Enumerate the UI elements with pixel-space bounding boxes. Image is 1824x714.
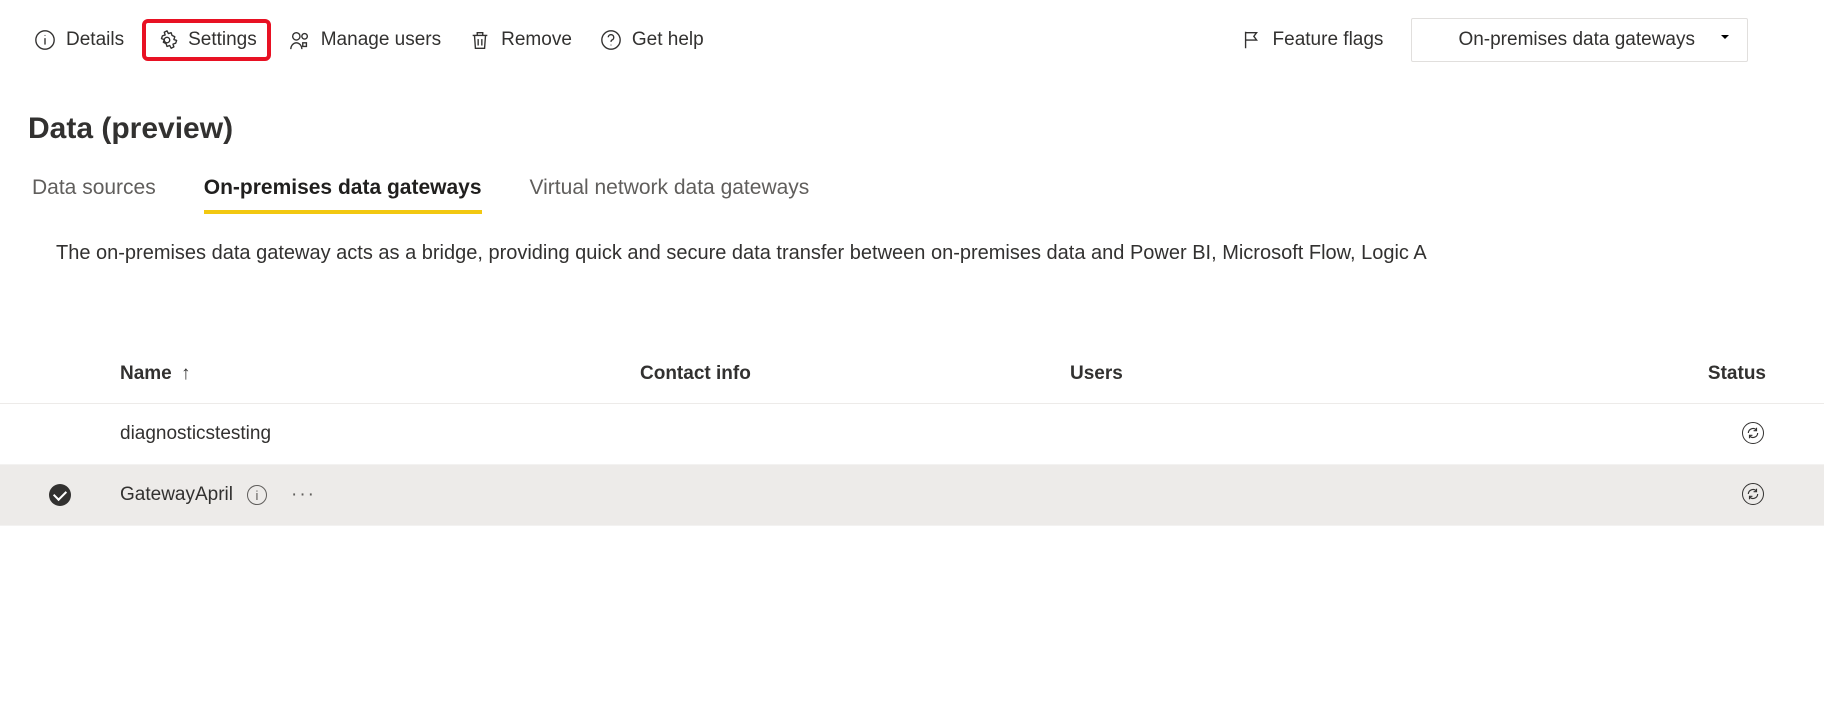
remove-button[interactable]: Remove [459, 21, 582, 59]
gateways-table: Name ↑ Contact info Users Status diagnos… [0, 345, 1824, 526]
filter-dropdown[interactable]: On-premises data gateways [1411, 18, 1748, 62]
trash-icon [469, 29, 491, 51]
manage-users-button[interactable]: Manage users [279, 21, 451, 59]
column-header-contact[interactable]: Contact info [640, 363, 1070, 385]
tab-description: The on-premises data gateway acts as a b… [0, 242, 1824, 265]
gateway-name: GatewayApril [120, 484, 233, 506]
more-actions-button[interactable]: ··· [291, 484, 316, 506]
column-header-users[interactable]: Users [1070, 363, 1450, 385]
column-header-status[interactable]: Status [1450, 363, 1824, 385]
row-select-cell[interactable] [0, 484, 120, 506]
refresh-icon[interactable] [1742, 422, 1764, 444]
row-status-cell[interactable] [1450, 422, 1824, 446]
gear-icon [156, 29, 178, 51]
tab-virtual-network-gateways[interactable]: Virtual network data gateways [530, 176, 810, 214]
row-status-cell[interactable] [1450, 483, 1824, 507]
tab-data-sources[interactable]: Data sources [32, 176, 156, 214]
flag-icon [1241, 29, 1263, 51]
selected-check-icon [49, 484, 71, 506]
more-filter-button[interactable] [1766, 20, 1800, 60]
table-row[interactable]: GatewayApril i ··· [0, 465, 1824, 526]
refresh-icon[interactable] [1742, 483, 1764, 505]
feature-flags-label: Feature flags [1273, 29, 1384, 51]
details-button[interactable]: Details [24, 21, 134, 59]
details-label: Details [66, 29, 124, 51]
filter-icon [1772, 32, 1794, 53]
tab-on-premises-gateways[interactable]: On-premises data gateways [204, 176, 482, 214]
filter-label: On-premises data gateways [1458, 29, 1695, 51]
info-icon[interactable]: i [247, 485, 267, 505]
row-name-cell: diagnosticstesting [120, 423, 640, 445]
settings-button[interactable]: Settings [142, 19, 271, 61]
column-header-name[interactable]: Name ↑ [120, 363, 640, 385]
page-title: Data (preview) [28, 112, 1824, 146]
help-icon [600, 29, 622, 51]
info-icon [34, 29, 56, 51]
feature-flags-button[interactable]: Feature flags [1231, 21, 1394, 59]
get-help-label: Get help [632, 29, 704, 51]
tabs: Data sources On-premises data gateways V… [0, 176, 1824, 214]
filter-icon [1426, 27, 1446, 53]
settings-label: Settings [188, 29, 257, 51]
users-icon [289, 29, 311, 51]
remove-label: Remove [501, 29, 572, 51]
get-help-button[interactable]: Get help [590, 21, 714, 59]
table-row[interactable]: diagnosticstesting [0, 404, 1824, 465]
toolbar: Details Settings Manage users Remove Get… [0, 0, 1824, 72]
table-header: Name ↑ Contact info Users Status [0, 345, 1824, 404]
row-name-cell: GatewayApril i ··· [120, 484, 640, 506]
chevron-down-icon [1717, 29, 1733, 51]
gateway-name: diagnosticstesting [120, 423, 271, 445]
sort-asc-icon: ↑ [181, 363, 191, 384]
column-name-label: Name [120, 363, 172, 384]
manage-users-label: Manage users [321, 29, 441, 51]
